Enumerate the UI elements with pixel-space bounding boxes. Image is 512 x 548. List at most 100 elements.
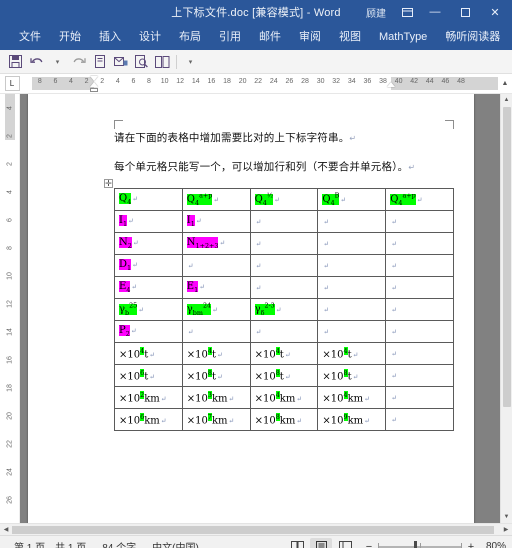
- table-cell[interactable]: ×103km↵: [182, 387, 250, 409]
- ruler-scroll-up-icon[interactable]: ▲: [498, 74, 512, 93]
- table-cell[interactable]: ↵: [386, 299, 454, 321]
- table-cell[interactable]: ↵: [386, 233, 454, 255]
- table-cell[interactable]: ×108t↵: [250, 365, 318, 387]
- hanging-indent-marker[interactable]: [90, 82, 98, 87]
- vertical-scroll-thumb[interactable]: [503, 107, 511, 407]
- zoom-slider-track[interactable]: [378, 546, 462, 548]
- table-cell[interactable]: ↵: [250, 277, 318, 299]
- table-cell[interactable]: ↵: [318, 277, 386, 299]
- zoom-level-label[interactable]: 80%: [480, 541, 506, 548]
- table-row[interactable]: I1↵I1↵↵↵↵: [115, 211, 454, 233]
- table-cell[interactable]: ×104t↵: [182, 343, 250, 365]
- tab-view[interactable]: 视图: [330, 24, 370, 50]
- scroll-down-icon[interactable]: ▼: [501, 511, 512, 523]
- table-cell[interactable]: γbm24↵: [182, 299, 250, 321]
- print-preview-icon[interactable]: [132, 52, 151, 71]
- undo-dropdown-icon[interactable]: ▾: [48, 52, 67, 71]
- table-cell[interactable]: ↵: [250, 321, 318, 343]
- print-layout-view-button[interactable]: [310, 538, 332, 548]
- table-row[interactable]: Q4↵Q4a+p↵Q4½↵Q4B↵Q4a+p↵: [115, 189, 454, 211]
- read-mode-view-button[interactable]: [286, 538, 308, 548]
- table-cell[interactable]: ↵: [318, 255, 386, 277]
- tab-home[interactable]: 开始: [50, 24, 90, 50]
- document-canvas[interactable]: 请在下面的表格中增加需要比对的上下标字符串。↵ 每个单元格只能写一个，可以增加行…: [20, 94, 500, 523]
- table-cell[interactable]: Q4↵: [115, 189, 183, 211]
- table-cell[interactable]: ↵: [318, 321, 386, 343]
- table-cell[interactable]: ↵: [386, 343, 454, 365]
- account-name[interactable]: 顾建: [358, 5, 394, 20]
- table-cell[interactable]: Q4a+p↵: [182, 189, 250, 211]
- table-cell[interactable]: ×108km↵: [250, 409, 318, 431]
- table-cell[interactable]: ↵: [386, 277, 454, 299]
- table-cell[interactable]: D1↵: [115, 255, 183, 277]
- table-cell[interactable]: E1↵: [182, 277, 250, 299]
- table-cell[interactable]: E4↵: [115, 277, 183, 299]
- zoom-control[interactable]: − + 80%: [358, 541, 506, 548]
- table-cell[interactable]: ↵: [386, 321, 454, 343]
- table-row[interactable]: ×106km↵×107km↵×108km↵×109km↵↵: [115, 409, 454, 431]
- tab-layout[interactable]: 布局: [170, 24, 210, 50]
- table-cell[interactable]: ×104km↵: [318, 387, 386, 409]
- table-cell[interactable]: ×104t↵: [318, 343, 386, 365]
- table-cell[interactable]: ×102km↵: [115, 387, 183, 409]
- table-row[interactable]: E4↵E1↵↵↵↵: [115, 277, 454, 299]
- scroll-right-icon[interactable]: ▶: [500, 524, 512, 536]
- paragraph-1[interactable]: 请在下面的表格中增加需要比对的上下标字符串。↵: [114, 130, 454, 145]
- horizontal-scroll-track[interactable]: [12, 524, 500, 536]
- table-row[interactable]: N2↵N1+2+3↵↵↵↵: [115, 233, 454, 255]
- horizontal-ruler[interactable]: 8642246810121416182022242628303234363840…: [24, 74, 498, 93]
- table-cell[interactable]: ↵: [386, 255, 454, 277]
- table-cell[interactable]: ↵: [386, 365, 454, 387]
- language-status[interactable]: 中文(中国): [144, 539, 207, 548]
- table-move-handle-icon[interactable]: ✛: [104, 179, 113, 188]
- minimize-button[interactable]: —: [420, 0, 450, 24]
- word-count[interactable]: 84 个字: [94, 539, 144, 548]
- table-cell[interactable]: ×109km↵: [318, 409, 386, 431]
- zoom-slider-thumb[interactable]: [414, 541, 417, 548]
- table-cell[interactable]: Q4a+p↵: [386, 189, 454, 211]
- table-cell[interactable]: I1↵: [182, 211, 250, 233]
- table-cell[interactable]: ↵: [318, 211, 386, 233]
- close-button[interactable]: ✕: [480, 0, 510, 24]
- first-line-indent-marker[interactable]: [90, 76, 98, 81]
- table-cell[interactable]: Q4½↵: [250, 189, 318, 211]
- tab-review[interactable]: 审阅: [290, 24, 330, 50]
- table-row[interactable]: P2↵↵↵↵↵: [115, 321, 454, 343]
- horizontal-scroll-thumb[interactable]: [12, 526, 494, 534]
- side-by-side-icon[interactable]: [153, 52, 172, 71]
- zoom-in-button[interactable]: +: [466, 541, 476, 548]
- page-indicator[interactable]: 第 1 页，共 1 页: [6, 539, 94, 548]
- ribbon-display-options-icon[interactable]: [394, 0, 420, 24]
- table-cell[interactable]: ×104t↵: [250, 343, 318, 365]
- table-cell[interactable]: ↵: [250, 255, 318, 277]
- table-cell[interactable]: ×106km↵: [115, 409, 183, 431]
- table-cell[interactable]: ×108t↵: [318, 365, 386, 387]
- redo-icon[interactable]: [69, 52, 88, 71]
- horizontal-scrollbar[interactable]: ◀ ▶: [0, 523, 512, 535]
- left-indent-marker[interactable]: [90, 88, 98, 92]
- table-cell[interactable]: ×107km↵: [182, 409, 250, 431]
- tab-insert[interactable]: 插入: [90, 24, 130, 50]
- table-cell[interactable]: ↵: [250, 211, 318, 233]
- tab-stop-selector[interactable]: L: [0, 74, 24, 93]
- table-cell[interactable]: ↵: [182, 321, 250, 343]
- web-layout-view-button[interactable]: [334, 538, 356, 548]
- maximize-button[interactable]: [450, 0, 480, 24]
- table-cell[interactable]: γδ2-3↵: [250, 299, 318, 321]
- tab-reader[interactable]: 畅听阅读器: [436, 24, 509, 50]
- table-cell[interactable]: N2↵: [115, 233, 183, 255]
- data-table[interactable]: Q4↵Q4a+p↵Q4½↵Q4B↵Q4a+p↵I1↵I1↵↵↵↵N2↵N1+2+…: [114, 188, 454, 431]
- table-cell[interactable]: Q4B↵: [318, 189, 386, 211]
- table-cell[interactable]: ×104t↵: [115, 343, 183, 365]
- table-cell[interactable]: ×108t↵: [182, 365, 250, 387]
- undo-icon[interactable]: [27, 52, 46, 71]
- scroll-up-icon[interactable]: ▲: [501, 94, 512, 106]
- table-cell[interactable]: ×106t↵: [115, 365, 183, 387]
- tab-mailings[interactable]: 邮件: [250, 24, 290, 50]
- tab-mathtype[interactable]: MathType: [370, 24, 436, 50]
- table-cell[interactable]: ×104km↵: [250, 387, 318, 409]
- table-cell[interactable]: ↵: [386, 211, 454, 233]
- table-row[interactable]: ×102km↵×103km↵×104km↵×104km↵↵: [115, 387, 454, 409]
- document-body[interactable]: 请在下面的表格中增加需要比对的上下标字符串。↵ 每个单元格只能写一个，可以增加行…: [114, 130, 454, 431]
- table-row[interactable]: γb25↵γbm24↵γδ2-3↵↵↵: [115, 299, 454, 321]
